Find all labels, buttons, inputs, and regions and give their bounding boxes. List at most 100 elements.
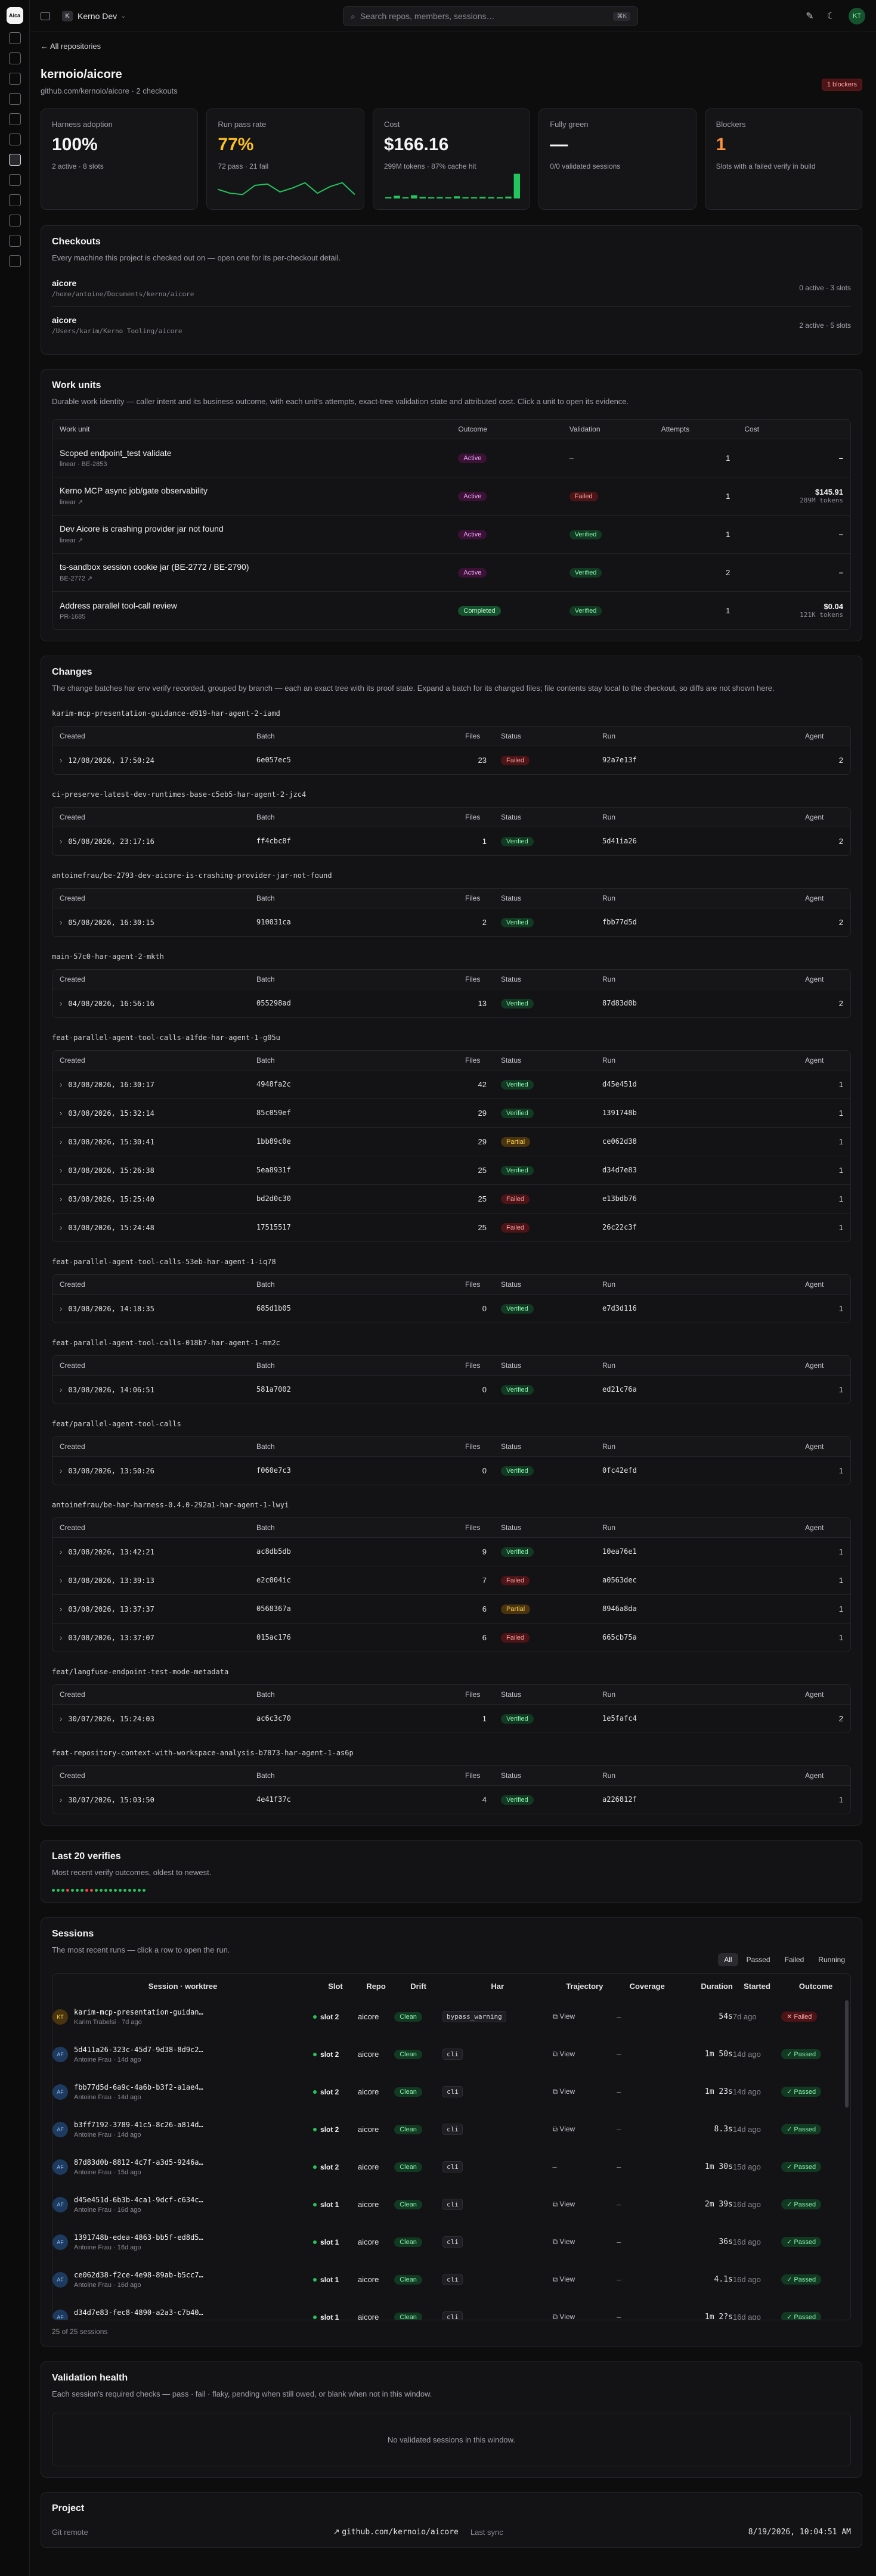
trajectory-cell[interactable]: ⧉ View [553,2298,617,2320]
git-remote-value[interactable]: ↗ github.com/kernoio/aicore [333,2527,459,2537]
user-avatar[interactable]: KT [849,7,865,24]
back-link[interactable]: ← All repositories [41,42,862,55]
session-row[interactable]: KT karim-mcp-presentation-guidan… Karim Tr… [52,1998,850,2035]
chevron-right-icon[interactable]: › [60,756,62,765]
search-input[interactable]: ⌕ Search repos, members, sessions… ⌘K [343,6,638,26]
chevron-right-icon[interactable]: › [60,1576,62,1585]
column-header[interactable]: Attempts [654,420,738,439]
trajectory-cell[interactable]: ⧉ View [553,2111,617,2148]
trajectory-cell[interactable]: ⧉ View [553,2223,617,2261]
chevron-right-icon[interactable]: › [60,1633,62,1642]
session-row[interactable]: AF 87d83d0b-8812-4c7f-a3d5-9246a… Antoine … [52,2148,850,2186]
change-row[interactable]: › 04/08/2026, 16:56:16 055298ad 13 Verified 8… [52,988,850,1017]
activity-icon[interactable] [8,73,21,85]
chevron-right-icon[interactable]: › [60,1223,62,1232]
column-header[interactable]: Trajectory [553,1974,617,1998]
column-header[interactable]: Drift [394,1974,442,1998]
chevron-right-icon[interactable]: › [60,1547,62,1556]
scrollbar[interactable] [845,2000,849,2108]
change-row[interactable]: › 03/08/2026, 13:37:37 0568367a 6 Partial 894… [52,1594,850,1623]
chevron-right-icon[interactable]: › [60,1137,62,1146]
chevron-right-icon[interactable]: › [60,1166,62,1175]
run-cell[interactable]: a226812f [595,1784,798,1814]
change-row[interactable]: › 05/08/2026, 16:30:15 910031ca 2 Verified fb… [52,907,850,936]
change-row[interactable]: › 12/08/2026, 17:50:24 6e057ec5 23 Failed 92a… [52,745,850,774]
run-cell[interactable]: 26c22c3f [595,1212,798,1242]
work-unit-ref[interactable]: linear · BE-2853 [60,461,444,468]
filter-failed[interactable]: Failed [779,1953,810,1966]
home-icon[interactable] [8,32,21,44]
chevron-right-icon[interactable]: › [60,1385,62,1394]
change-row[interactable]: › 03/08/2026, 14:18:35 685d1b05 0 Verified e7… [52,1293,850,1323]
trajectory-cell[interactable]: ⧉ View [553,2073,617,2111]
session-row[interactable]: AF 5d411a26-323c-45d7-9d38-8d9c2… Antoine … [52,2035,850,2073]
run-cell[interactable]: ce062d38 [595,1126,798,1156]
run-cell[interactable]: e13bdb76 [595,1184,798,1213]
projects-icon[interactable] [8,154,21,166]
chevron-right-icon[interactable]: › [60,1194,62,1203]
column-header[interactable]: Outcome [781,1974,850,1998]
session-row[interactable]: AF b3ff7192-3789-41c5-8c26-a814d… Antoine … [52,2111,850,2148]
column-header[interactable]: Work unit [52,420,451,439]
session-row[interactable]: AF fbb77d5d-6a9c-4a6b-b3f2-a1ae4… Antoine … [52,2073,850,2111]
session-row[interactable]: AF ce062d38-f2ce-4e98-89ab-b5cc7… Antoine … [52,2261,850,2298]
column-header[interactable]: Cost [737,420,850,439]
change-row[interactable]: › 03/08/2026, 13:50:26 f060e7c3 0 Verified 0f… [52,1455,850,1485]
checkout-row[interactable]: aicore/home/antoine/Documents/kerno/aico… [52,269,851,306]
change-row[interactable]: › 03/08/2026, 15:25:40 bd2d0c30 25 Failed e13… [52,1184,850,1213]
workspace-name[interactable]: Kerno Dev [78,11,117,21]
chevron-right-icon[interactable]: › [60,1604,62,1613]
column-header[interactable]: Started [733,1974,781,1998]
security-icon[interactable] [8,235,21,247]
billing-icon[interactable] [8,255,21,267]
run-cell[interactable]: 10ea76e1 [595,1537,798,1566]
chevron-down-icon[interactable]: ⌄ [120,12,126,20]
sidebar-toggle-icon[interactable] [41,11,50,20]
run-cell[interactable]: 92a7e13f [595,745,798,774]
branch-icon[interactable] [8,174,21,186]
change-row[interactable]: › 03/08/2026, 15:32:14 85c059ef 29 Verified 1… [52,1098,850,1127]
change-row[interactable]: › 03/08/2026, 14:06:51 581a7002 0 Verified ed… [52,1374,850,1404]
chevron-right-icon[interactable]: › [60,1080,62,1089]
chevron-right-icon[interactable]: › [60,1714,62,1723]
run-cell[interactable]: a0563dec [595,1565,798,1594]
work-unit-ref[interactable]: BE-2772 ↗ [60,575,444,582]
trajectory-cell[interactable]: ⧉ View [553,2261,617,2298]
change-row[interactable]: › 03/08/2026, 15:24:48 17515517 25 Failed 26c… [52,1212,850,1242]
session-row[interactable]: AF d34d7e83-fec8-4890-a2a3-c7b40… Antoine … [52,2298,850,2320]
run-cell[interactable]: e7d3d116 [595,1293,798,1323]
chevron-right-icon[interactable]: › [60,1109,62,1118]
work-unit-row[interactable]: ts-sandbox session cookie jar (BE-2772 /… [52,553,850,591]
column-header[interactable]: Slot [313,1974,358,1998]
storage-icon[interactable] [8,215,21,226]
change-row[interactable]: › 03/08/2026, 13:42:21 ac8db5db 9 Verified 10… [52,1537,850,1566]
chevron-right-icon[interactable]: › [60,1304,62,1313]
moon-icon[interactable]: ☾ [827,10,835,22]
chevron-right-icon[interactable]: › [60,999,62,1008]
chevron-right-icon[interactable]: › [60,837,62,846]
work-unit-ref[interactable]: linear ↗ [60,498,444,506]
trajectory-cell[interactable]: ⧉ View [553,1998,617,2035]
session-row[interactable]: AF d45e451d-6b3b-4ca1-9dcf-c634c… Antoine … [52,2186,850,2223]
change-row[interactable]: › 30/07/2026, 15:24:03 ac6c3c70 1 Verified 1e… [52,1703,850,1733]
filter-all[interactable]: All [718,1953,738,1966]
chevron-right-icon[interactable]: › [60,1795,62,1804]
cloud-icon[interactable] [8,134,21,145]
column-header[interactable]: Har [442,1974,553,1998]
column-header[interactable]: Coverage [617,1974,677,1998]
checkout-row[interactable]: aicore/Users/karim/Kerno Tooling/aicore 2… [52,306,851,343]
run-cell[interactable]: 87d83d0b [595,988,798,1017]
trajectory-cell[interactable]: ⧉ View [553,2035,617,2073]
column-header[interactable]: Repo [358,1974,394,1998]
chevron-right-icon[interactable]: › [60,918,62,927]
work-unit-row[interactable]: Scoped endpoint_test validate linear · BE… [52,438,850,477]
column-header[interactable]: Session · worktree [52,1974,313,1998]
change-row[interactable]: › 30/07/2026, 15:03:50 4e41f37c 4 Verified a2… [52,1784,850,1814]
change-row[interactable]: › 03/08/2026, 15:30:41 1bb89c0e 29 Partial ce… [52,1126,850,1156]
change-row[interactable]: › 03/08/2026, 13:37:07 015ac176 6 Failed 665c… [52,1622,850,1652]
repos-icon[interactable] [8,52,21,64]
run-cell[interactable]: 665cb75a [595,1622,798,1652]
run-cell[interactable]: 1391748b [595,1098,798,1127]
run-cell[interactable]: 0fc42efd [595,1455,798,1485]
filter-running[interactable]: Running [812,1953,851,1966]
